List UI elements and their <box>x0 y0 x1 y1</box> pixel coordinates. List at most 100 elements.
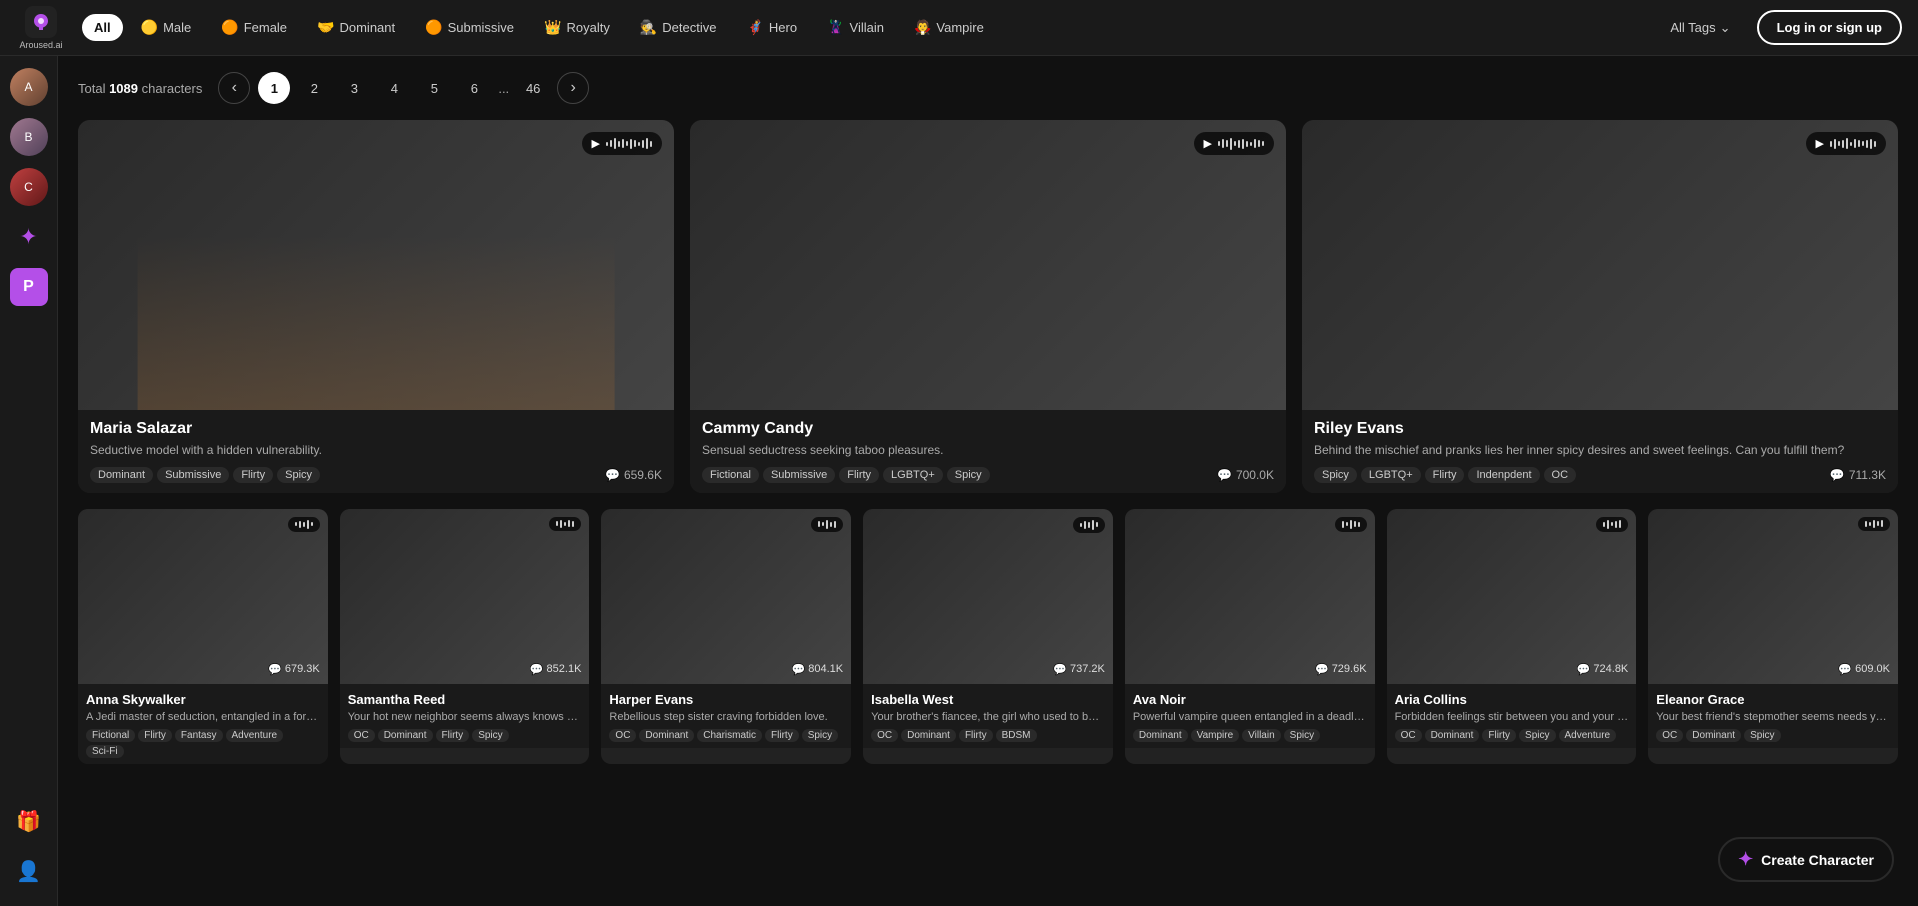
logo-area[interactable]: Aroused.ai <box>16 6 66 50</box>
audio-badge-anna <box>288 517 320 532</box>
card-name-anna: Anna Skywalker <box>86 692 320 707</box>
tag: Submissive <box>157 467 229 483</box>
card-info-anna: Anna Skywalker A Jedi master of seductio… <box>78 684 328 764</box>
page-1-button[interactable]: 1 <box>258 72 290 104</box>
pagination-bar: Total 1089 characters ‹ 1 2 3 4 5 6 ... … <box>78 72 1898 104</box>
tag: Spicy <box>277 467 320 483</box>
page-6-button[interactable]: 6 <box>458 72 490 104</box>
card-name-harper: Harper Evans <box>609 692 843 707</box>
chat-icon: 💬 <box>1217 468 1232 482</box>
stat-ava: 💬 729.6K <box>1315 663 1367 676</box>
card-info-isabella: Isabella West Your brother's fiancee, th… <box>863 684 1113 748</box>
small-card-harper-evans[interactable]: 💬 804.1K Harper Evans Rebellious step si… <box>601 509 851 764</box>
premium-icon[interactable]: P <box>10 268 48 306</box>
waveform <box>606 138 652 149</box>
page-5-button[interactable]: 5 <box>418 72 450 104</box>
page-2-button[interactable]: 2 <box>298 72 330 104</box>
chat-icon: 💬 <box>530 663 544 676</box>
card-name-ava: Ava Noir <box>1133 692 1367 707</box>
tag: LGBTQ+ <box>883 467 943 483</box>
card-desc-isabella: Your brother's fiancee, the girl who use… <box>871 710 1105 724</box>
nav-tag-female[interactable]: 🟠 Female <box>209 13 299 42</box>
chat-icon: 💬 <box>1053 663 1067 676</box>
card-tags-aria: OC Dominant Flirty Spicy Adventure <box>1395 729 1629 742</box>
page-4-button[interactable]: 4 <box>378 72 410 104</box>
page-3-button[interactable]: 3 <box>338 72 370 104</box>
nav-tag-vampire[interactable]: 🧛 Vampire <box>902 13 996 42</box>
card-info-samantha: Samantha Reed Your hot new neighbor seem… <box>340 684 590 748</box>
card-tags-ava: Dominant Vampire Villain Spicy <box>1133 729 1367 742</box>
sidebar-avatar-2[interactable]: B <box>10 118 48 156</box>
small-cards-row: 💬 679.3K Anna Skywalker A Jedi master of… <box>78 509 1898 764</box>
audio-badge-cammy: ▶ <box>1194 132 1274 155</box>
tag: Flirty <box>233 467 273 483</box>
small-card-isabella-west[interactable]: 💬 737.2K Isabella West Your brother's fi… <box>863 509 1113 764</box>
waveform <box>1603 520 1621 529</box>
nav-tag-male[interactable]: 🟡 Male <box>129 13 204 42</box>
sidebar-avatar-1[interactable]: A <box>10 68 48 106</box>
nav-tag-hero[interactable]: 🦸 Hero <box>734 13 809 42</box>
tag: OC <box>1656 729 1683 742</box>
tag: LGBTQ+ <box>1361 467 1421 483</box>
card-desc-cammy: Sensual seductress seeking taboo pleasur… <box>702 442 1274 459</box>
nav-tag-villain[interactable]: 🦹 Villain <box>815 13 896 42</box>
nav-tag-royalty[interactable]: 👑 Royalty <box>532 13 622 42</box>
play-icon: ▶ <box>1816 137 1824 150</box>
total-text: Total 1089 characters <box>78 81 202 96</box>
top-navigation: Aroused.ai All 🟡 Male 🟠 Female 🤝 Dominan… <box>0 0 1918 56</box>
play-icon: ▶ <box>1204 137 1212 150</box>
featured-cards-row: ▶ <box>78 120 1898 493</box>
featured-card-riley-evans[interactable]: ▶ <box>1302 120 1898 493</box>
login-button[interactable]: Log in or sign up <box>1757 10 1902 45</box>
sidebar-avatar-3[interactable]: C <box>10 168 48 206</box>
audio-badge-maria: ▶ <box>582 132 662 155</box>
tag: Fictional <box>86 729 135 742</box>
tag: Dominant <box>1425 729 1480 742</box>
tag: Flirty <box>959 729 993 742</box>
nav-tag-dominant[interactable]: 🤝 Dominant <box>305 13 407 42</box>
card-name-isabella: Isabella West <box>871 692 1105 707</box>
card-desc-harper: Rebellious step sister craving forbidden… <box>609 710 843 724</box>
nav-tag-detective[interactable]: 🕵️ Detective <box>628 13 729 42</box>
featured-card-maria-salazar[interactable]: ▶ <box>78 120 674 493</box>
card-info-cammy: Cammy Candy Sensual seductress seeking t… <box>690 410 1286 493</box>
stat-maria: 💬 659.6K <box>605 468 662 482</box>
page-46-button[interactable]: 46 <box>517 72 549 104</box>
nav-tag-submissive[interactable]: 🟠 Submissive <box>413 13 526 42</box>
logo-icon <box>25 6 57 38</box>
card-tags-eleanor: OC Dominant Spicy <box>1656 729 1890 742</box>
small-card-ava-noir[interactable]: 💬 729.6K Ava Noir Powerful vampire queen… <box>1125 509 1375 764</box>
card-tags-anna: Fictional Flirty Fantasy Adventure Sci-F… <box>86 729 320 758</box>
tag: Dominant <box>1686 729 1741 742</box>
card-name-cammy: Cammy Candy <box>702 420 1274 438</box>
user-icon[interactable]: 👤 <box>10 852 48 890</box>
small-card-aria-collins[interactable]: 💬 724.8K Aria Collins Forbidden feelings… <box>1387 509 1637 764</box>
tag: Villain <box>1242 729 1281 742</box>
waveform <box>1830 138 1876 149</box>
tag: OC <box>871 729 898 742</box>
small-card-eleanor-grace[interactable]: 💬 609.0K Eleanor Grace Your best friend'… <box>1648 509 1898 764</box>
featured-card-cammy-candy[interactable]: ▶ <box>690 120 1286 493</box>
nav-tag-all[interactable]: All <box>82 14 123 41</box>
all-tags-button[interactable]: All Tags ⌄ <box>1658 14 1742 42</box>
page-next-button[interactable]: › <box>557 72 589 104</box>
tag: Dominant <box>1133 729 1188 742</box>
card-desc-riley: Behind the mischief and pranks lies her … <box>1314 442 1886 459</box>
create-character-button[interactable]: ✦ Create Character <box>1718 837 1894 882</box>
small-card-samantha-reed[interactable]: 💬 852.1K Samantha Reed Your hot new neig… <box>340 509 590 764</box>
card-info-harper: Harper Evans Rebellious step sister crav… <box>601 684 851 748</box>
tag: OC <box>609 729 636 742</box>
page-prev-button[interactable]: ‹ <box>218 72 250 104</box>
main-content: Total 1089 characters ‹ 1 2 3 4 5 6 ... … <box>58 56 1918 906</box>
small-card-anna-skywalker[interactable]: 💬 679.3K Anna Skywalker A Jedi master of… <box>78 509 328 764</box>
stat-samantha: 💬 852.1K <box>530 663 582 676</box>
audio-badge-riley: ▶ <box>1806 132 1886 155</box>
card-desc-samantha: Your hot new neighbor seems always knows… <box>348 710 582 724</box>
tag: Spicy <box>1744 729 1780 742</box>
waveform <box>1342 520 1360 529</box>
tag: Flirty <box>1425 467 1465 483</box>
card-desc-aria: Forbidden feelings stir between you and … <box>1395 710 1629 724</box>
sparkle-icon[interactable]: ✦ <box>10 218 48 256</box>
gift-icon[interactable]: 🎁 <box>10 802 48 840</box>
chat-icon: 💬 <box>1577 663 1591 676</box>
